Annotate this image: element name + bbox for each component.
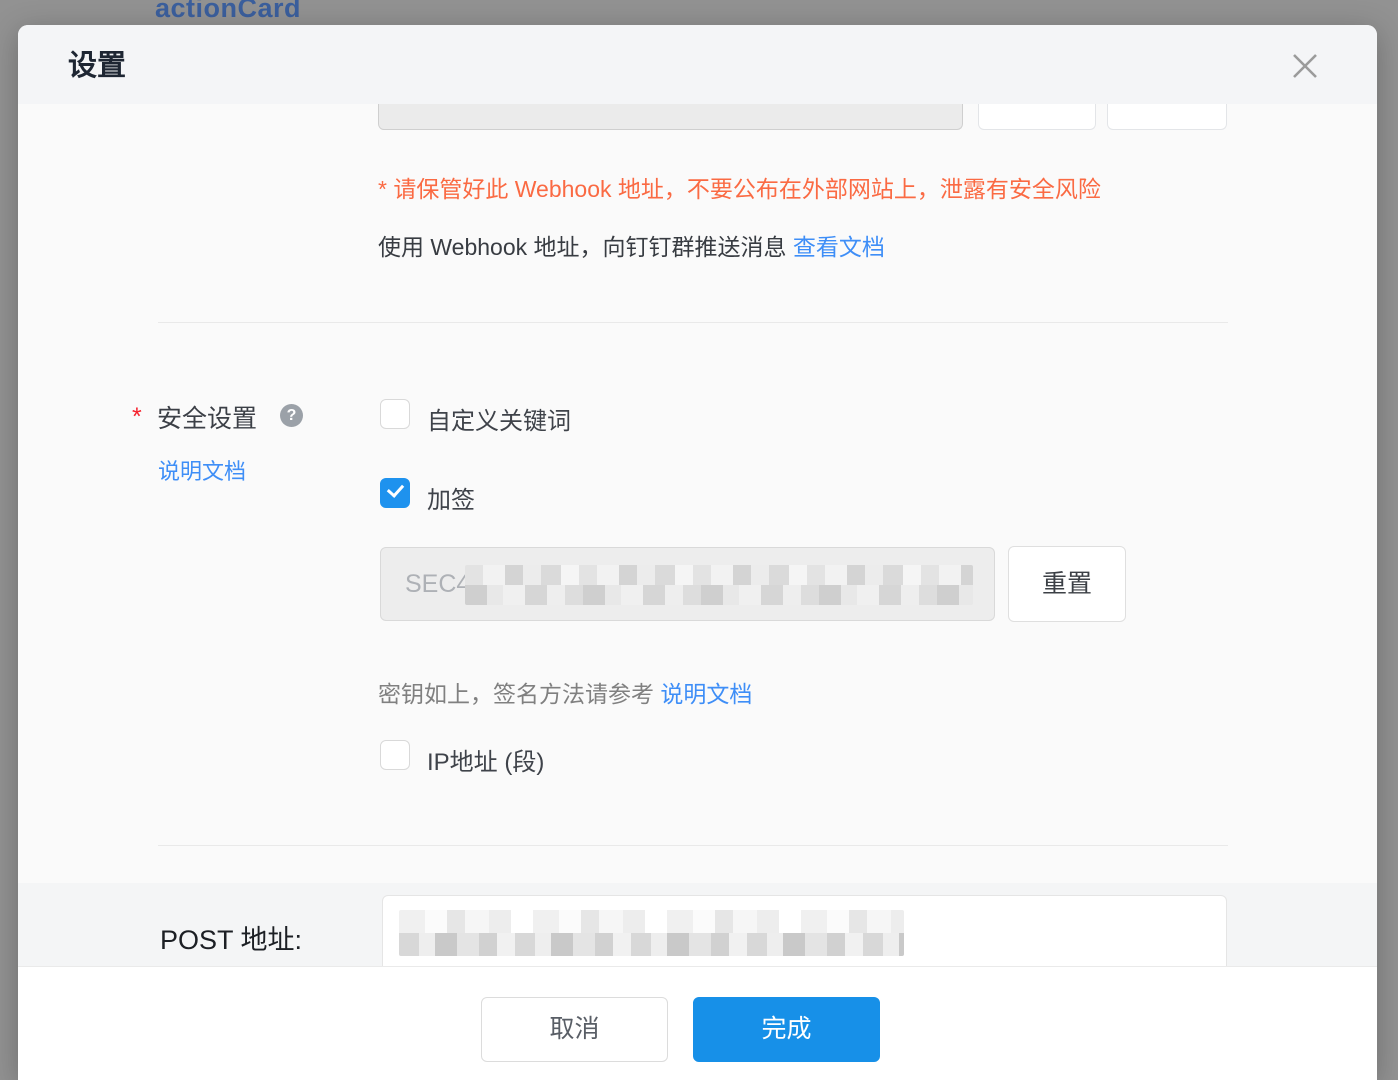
checkbox-custom-keywords-label[interactable]: 自定义关键词 xyxy=(427,401,571,436)
settings-dialog: 设置 * 请保管好此 Webhook 地址，不要公布在外部网站上，泄露有安全风险… xyxy=(18,25,1377,1080)
close-button[interactable] xyxy=(1290,51,1320,81)
required-asterisk: * xyxy=(132,403,142,432)
confirm-button[interactable]: 完成 xyxy=(693,997,880,1062)
dialog-header: 设置 xyxy=(18,25,1377,104)
security-docs-link[interactable]: 说明文档 xyxy=(158,454,246,486)
sign-method-hint-text: 密钥如上，签名方法请参考 xyxy=(378,681,660,707)
sign-secret-prefix: SEC4 xyxy=(405,548,470,620)
checkbox-sign-label[interactable]: 加签 xyxy=(427,480,475,515)
checkbox-sign[interactable] xyxy=(380,478,410,508)
post-address-label: POST 地址: xyxy=(160,918,302,957)
webhook-action-button-2[interactable] xyxy=(1107,104,1227,130)
webhook-security-warning: * 请保管好此 Webhook 地址，不要公布在外部网站上，泄露有安全风险 xyxy=(378,170,1101,204)
checkbox-custom-keywords[interactable] xyxy=(380,399,410,429)
sign-method-hint: 密钥如上，签名方法请参考 说明文档 xyxy=(378,675,752,709)
section-divider-top xyxy=(158,322,1228,323)
close-icon xyxy=(1290,51,1320,81)
section-divider-bottom xyxy=(158,845,1228,846)
reset-secret-button[interactable]: 重置 xyxy=(1008,546,1126,622)
webhook-url-input[interactable] xyxy=(378,104,963,130)
dialog-title: 设置 xyxy=(68,25,126,104)
security-settings-label: 安全设置 xyxy=(157,399,257,435)
webhook-action-button-1[interactable] xyxy=(978,104,1096,130)
checkbox-ip-address[interactable] xyxy=(380,740,410,770)
cancel-button[interactable]: 取消 xyxy=(481,997,668,1062)
background-page-link-actioncard: actionCard xyxy=(155,0,301,24)
help-question-icon[interactable]: ? xyxy=(280,404,303,427)
webhook-usage-text: 使用 Webhook 地址，向钉钉群推送消息 xyxy=(378,234,793,260)
webhook-usage-hint: 使用 Webhook 地址，向钉钉群推送消息 查看文档 xyxy=(378,228,885,262)
checkbox-ip-address-label[interactable]: IP地址 (段) xyxy=(427,742,544,777)
sign-secret-censored-value xyxy=(465,565,973,605)
dialog-footer: 取消 完成 xyxy=(18,966,1377,1080)
post-address-censored-value xyxy=(399,910,904,956)
sign-secret-input[interactable]: SEC4 xyxy=(380,547,995,621)
view-docs-link[interactable]: 查看文档 xyxy=(793,234,885,260)
sign-method-docs-link[interactable]: 说明文档 xyxy=(660,681,752,707)
